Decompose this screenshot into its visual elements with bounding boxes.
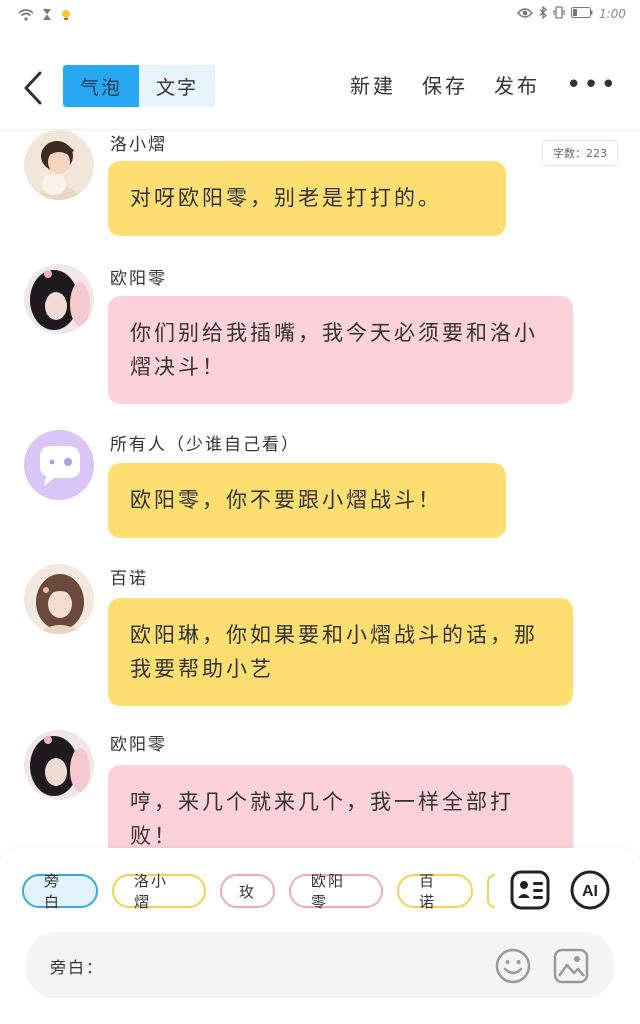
save-button[interactable]: 保存	[422, 70, 468, 99]
role-chip[interactable]: 玫	[220, 874, 275, 908]
back-arrow-icon	[24, 71, 42, 105]
message-bubble[interactable]: 欧阳零，你不要跟小熠战斗！	[108, 463, 506, 538]
ai-button[interactable]: AI	[570, 870, 610, 910]
message-bubble[interactable]: 哼，来几个就来几个，我一样全部打败！	[108, 765, 573, 850]
back-button[interactable]	[18, 68, 48, 108]
message-bubble[interactable]: 你们别给我插嘴，我今天必须要和洛小熠决斗！	[108, 296, 573, 404]
sender-name: 洛小熠	[110, 135, 167, 155]
sender-name: 所有人（少谁自己看）	[110, 435, 300, 455]
more-icon[interactable]: •••	[566, 72, 618, 98]
vibrate-icon	[553, 6, 565, 22]
message-input[interactable]: 旁白：	[26, 932, 614, 998]
new-button[interactable]: 新建	[350, 70, 396, 99]
battery-icon	[571, 7, 593, 21]
bottom-panel: 旁白 洛小熠 玫 欧阳零 百诺 AI 旁白：	[0, 848, 640, 1024]
message-bubble[interactable]: 欧阳琳，你如果要和小熠战斗的话，那我要帮助小艺	[108, 598, 573, 706]
message-bubble[interactable]: 对呀欧阳零，别老是打打的。	[108, 161, 506, 236]
sender-name: 百诺	[110, 569, 148, 589]
contact-card-icon	[510, 870, 550, 910]
role-chip-narration[interactable]: 旁白	[22, 872, 98, 911]
status-time: 1:00	[599, 7, 626, 21]
image-icon	[553, 948, 589, 984]
hourglass-icon	[42, 6, 52, 25]
chat-area[interactable]: 洛小熠 对呀欧阳零，别老是打打的。 欧阳零 你们别给我插嘴，我今天必须要和洛小熠…	[0, 130, 640, 850]
sender-name: 欧阳零	[110, 269, 167, 289]
publish-button[interactable]: 发布	[494, 70, 540, 99]
role-chip[interactable]: 百诺	[397, 872, 473, 911]
role-chip-partial[interactable]	[487, 874, 495, 908]
avatar[interactable]	[24, 564, 94, 634]
tab-text[interactable]: 文字	[139, 65, 215, 107]
tab-bubble[interactable]: 气泡	[63, 65, 139, 107]
status-bar: 1:00	[0, 0, 640, 30]
eye-icon	[517, 7, 533, 21]
role-chip[interactable]: 欧阳零	[289, 872, 383, 911]
chat-bubble-icon[interactable]	[24, 430, 94, 500]
notification-icon	[60, 6, 72, 25]
image-button[interactable]	[552, 947, 590, 985]
bluetooth-icon	[539, 5, 548, 22]
wifi-icon	[18, 6, 34, 25]
header-actions: 新建 保存 发布 •••	[350, 70, 618, 99]
avatar[interactable]	[24, 730, 94, 800]
svg-text:AI: AI	[582, 883, 598, 900]
input-role-label: 旁白：	[50, 958, 105, 977]
mode-switch: 气泡 文字	[63, 65, 215, 107]
role-chips: 旁白 洛小熠 玫 欧阳零 百诺	[22, 872, 495, 911]
role-chip[interactable]: 洛小熠	[112, 872, 206, 911]
top-bar: 气泡 文字 新建 保存 发布 •••	[0, 60, 640, 116]
avatar[interactable]	[24, 130, 94, 200]
ai-icon: AI	[570, 870, 610, 910]
emoji-button[interactable]	[494, 947, 532, 985]
avatar[interactable]	[24, 264, 94, 334]
role-manage-button[interactable]	[510, 870, 550, 910]
sender-name: 欧阳零	[110, 735, 167, 755]
word-count-badge: 字数：223	[542, 140, 618, 166]
smile-icon	[495, 948, 531, 984]
